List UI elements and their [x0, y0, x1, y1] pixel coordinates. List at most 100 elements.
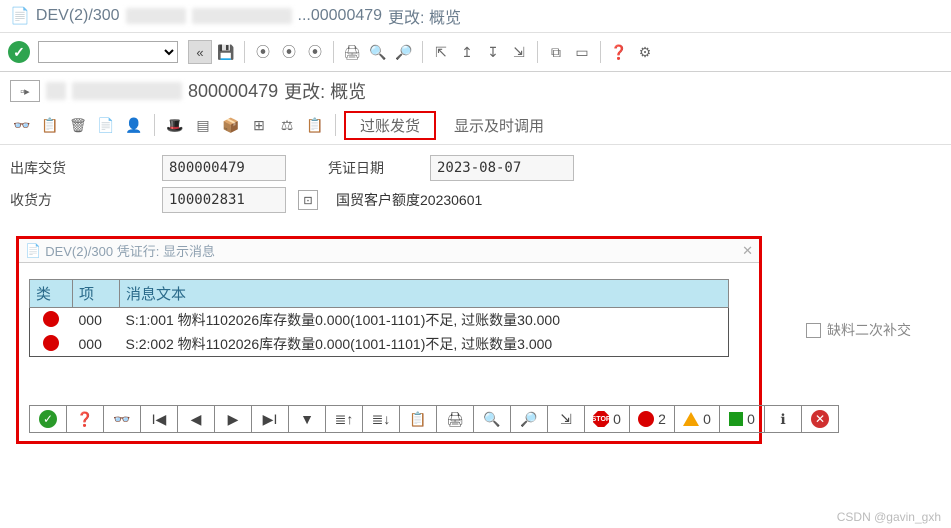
blurred-text — [46, 82, 66, 100]
cell-text: S:1:001 物料1102026库存数量0.000(1001-1101)不足,… — [120, 308, 729, 333]
find-icon[interactable]: 🔍 — [474, 406, 511, 432]
back-icon[interactable]: « — [188, 40, 212, 64]
last-page-icon[interactable]: ⇲ — [507, 40, 531, 64]
form-area: 出库交货 800000479 凭证日期 2023-08-07 收货方 10000… — [0, 145, 951, 223]
blurred-text — [126, 8, 186, 24]
blurred-text — [192, 8, 292, 24]
help-icon[interactable]: ❓ — [607, 40, 631, 64]
receiver-label: 收货方 — [10, 190, 150, 210]
nav-back-icon[interactable]: ⦿ — [251, 40, 275, 64]
list-icon[interactable]: ▤ — [191, 113, 215, 137]
clipboard-icon[interactable]: 📋 — [303, 113, 327, 137]
voucher-date-value[interactable]: 2023-08-07 — [430, 155, 574, 181]
ok-icon — [729, 412, 743, 426]
popup-titlebar: 📄 DEV(2)/300 凭证行: 显示消息 ✕ — [19, 239, 759, 263]
info-icon[interactable]: ℹ — [765, 406, 802, 432]
shortage-label: 缺料二次补交 — [827, 320, 911, 340]
table-row[interactable]: 000 S:1:001 物料1102026库存数量0.000(1001-1101… — [30, 308, 729, 333]
ok-button[interactable]: ✓ — [8, 41, 30, 63]
post-goods-issue-button[interactable]: 过账发货 — [344, 111, 436, 140]
find-next-icon[interactable]: 🔎 — [511, 406, 548, 432]
receiver-description: 国贸客户额度20230601 — [336, 190, 482, 210]
prev-page-icon[interactable]: ↥ — [455, 40, 479, 64]
help-icon[interactable]: ❓ — [67, 406, 104, 432]
warn-count: 0 — [675, 406, 720, 432]
cancel-icon[interactable]: ⦿ — [303, 40, 327, 64]
col-text[interactable]: 消息文本 — [120, 280, 729, 308]
cell-text: S:2:002 物料1102026库存数量0.000(1001-1101)不足,… — [120, 332, 729, 357]
find-next-icon[interactable]: 🔎 — [392, 40, 416, 64]
ok-button[interactable]: ✓ — [30, 406, 67, 432]
error-icon — [43, 311, 59, 327]
command-select[interactable] — [38, 41, 178, 63]
prev-icon[interactable]: ◀ — [178, 406, 215, 432]
find-icon[interactable]: 🔍 — [366, 40, 390, 64]
col-item[interactable]: 项 — [73, 280, 120, 308]
shortage-checkbox[interactable] — [806, 323, 821, 338]
search-help-icon[interactable]: ⊡ — [298, 190, 318, 210]
cell-item: 000 — [73, 332, 120, 357]
summary-icon[interactable]: ⊞ — [247, 113, 271, 137]
box-icon[interactable]: 📦 — [219, 113, 243, 137]
ok-count: 0 — [720, 406, 765, 432]
details-icon[interactable]: 👓 — [104, 406, 141, 432]
first-page-icon[interactable]: ⇱ — [429, 40, 453, 64]
next-icon[interactable]: ▶ — [215, 406, 252, 432]
new-session-icon[interactable]: ⧉ — [544, 40, 568, 64]
watermark: CSDN @gavin_gxh — [837, 510, 941, 524]
voucher-date-label: 凭证日期 — [328, 158, 418, 178]
outbound-delivery-label: 出库交货 — [10, 158, 150, 178]
transaction-header: ▫▸ 800000479 更改: 概览 — [0, 72, 951, 106]
stop-icon: STOP — [593, 411, 609, 427]
header-icon[interactable]: ▫▸ — [10, 80, 40, 102]
print-icon[interactable]: 🖨 — [340, 40, 364, 64]
popup-close-icon[interactable]: ✕ — [742, 243, 753, 259]
document-icon[interactable]: 📋 — [38, 113, 62, 137]
receiver-value[interactable]: 100002831 — [162, 187, 286, 213]
popup-title-text: DEV(2)/300 凭证行: 显示消息 — [45, 241, 215, 260]
stop-count: STOP0 — [585, 406, 630, 432]
warn-icon — [683, 412, 699, 426]
shortage-resubmit: 缺料二次补交 — [806, 320, 911, 340]
app-toolbar: 👓 📋 🗑 📄 👤 🎩 ▤ 📦 ⊞ ⚖ 📋 过账发货 显示及时调用 — [0, 106, 951, 145]
export-icon[interactable]: ⇲ — [548, 406, 585, 432]
table-row[interactable]: 000 S:2:002 物料1102026库存数量0.000(1001-1101… — [30, 332, 729, 357]
show-timing-button[interactable]: 显示及时调用 — [440, 113, 558, 138]
hat-icon[interactable]: 🎩 — [163, 113, 187, 137]
message-popup: 📄 DEV(2)/300 凭证行: 显示消息 ✕ 类 项 消息文本 000 S:… — [16, 236, 762, 444]
title-docfrag: ...00000479 — [298, 7, 383, 25]
close-button[interactable]: ✕ — [802, 406, 838, 432]
blurred-text — [72, 82, 182, 100]
sort-desc-icon[interactable]: ≣↓ — [363, 406, 400, 432]
layout-icon[interactable]: ▭ — [570, 40, 594, 64]
settings-icon[interactable]: ⚙ — [633, 40, 657, 64]
glasses-icon[interactable]: 👓 — [10, 113, 34, 137]
main-toolbar: ✓ « 💾 ⦿ ⦿ ⦿ 🖨 🔍 🔎 ⇱ ↥ ↧ ⇲ ⧉ ▭ ❓ ⚙ — [0, 33, 951, 72]
header-docno: 800000479 — [188, 81, 278, 102]
filter-icon[interactable]: ▼ — [289, 406, 326, 432]
cell-item: 000 — [73, 308, 120, 333]
popup-toolbar: ✓ ❓ 👓 I◀ ◀ ▶ ▶I ▼ ≣↑ ≣↓ 📋 🖨 🔍 🔎 ⇲ STOP0 … — [29, 405, 839, 433]
outbound-delivery-value[interactable]: 800000479 — [162, 155, 286, 181]
error-icon — [43, 335, 59, 351]
window-titlebar: 📄 DEV(2)/300 ...00000479 更改: 概览 — [0, 0, 951, 33]
nav-exit-icon[interactable]: ⦿ — [277, 40, 301, 64]
popup-title-icon: 📄 — [25, 243, 41, 259]
header-suffix: 更改: 概览 — [284, 78, 366, 104]
title-suffix: 更改: 概览 — [388, 4, 461, 28]
balance-icon[interactable]: ⚖ — [275, 113, 299, 137]
sort-asc-icon[interactable]: ≣↑ — [326, 406, 363, 432]
copy-icon[interactable]: 📄 — [94, 113, 118, 137]
copy-icon[interactable]: 📋 — [400, 406, 437, 432]
print-icon[interactable]: 🖨 — [437, 406, 474, 432]
delete-icon[interactable]: 🗑 — [66, 113, 90, 137]
first-icon[interactable]: I◀ — [141, 406, 178, 432]
error-count: 2 — [630, 406, 675, 432]
title-prefix: DEV(2)/300 — [36, 7, 120, 25]
next-page-icon[interactable]: ↧ — [481, 40, 505, 64]
save-icon[interactable]: 💾 — [214, 40, 238, 64]
header-details-icon[interactable]: 👤 — [122, 113, 146, 137]
error-icon — [638, 411, 654, 427]
last-icon[interactable]: ▶I — [252, 406, 289, 432]
col-type[interactable]: 类 — [30, 280, 73, 308]
